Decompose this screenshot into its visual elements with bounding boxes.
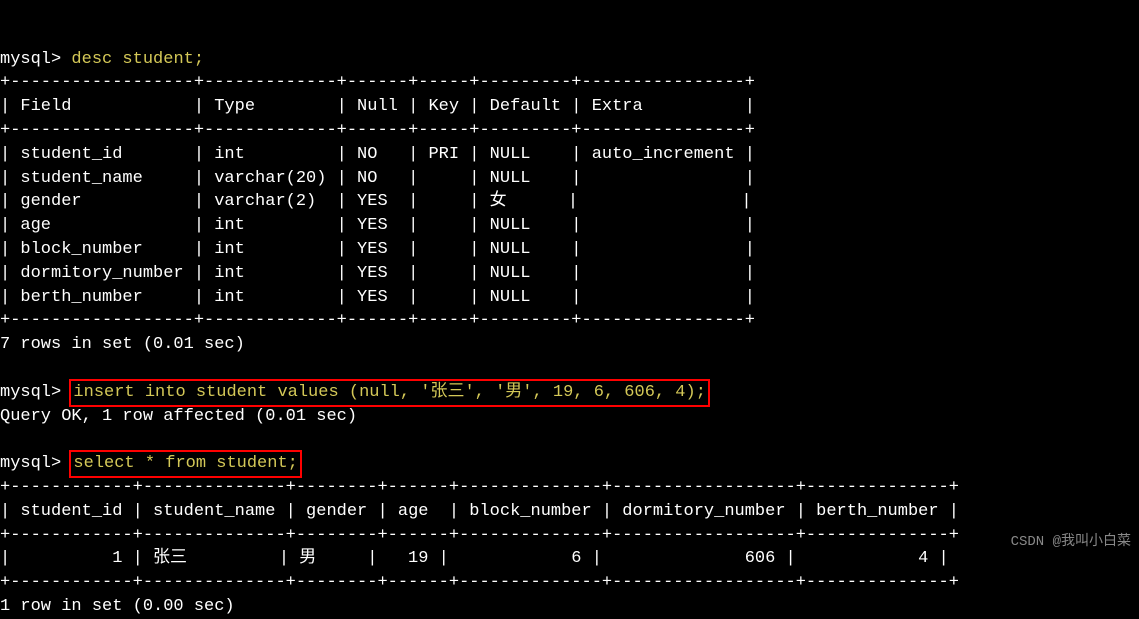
mysql-prompt: mysql> bbox=[0, 50, 61, 69]
desc-border-mid: +------------------+-------------+------… bbox=[0, 121, 755, 140]
insert-command: insert into student values (null, '张三', … bbox=[73, 383, 706, 402]
select-command: select * from student; bbox=[73, 454, 297, 473]
select-row-0: | 1 | 张三 | 男 | 19 | 6 | 606 | 4 | bbox=[0, 549, 949, 568]
desc-row-2: | gender | varchar(2) | YES | | 女 | | bbox=[0, 192, 752, 211]
desc-header: | Field | Type | Null | Key | Default | … bbox=[0, 97, 755, 116]
desc-border-bot: +------------------+-------------+------… bbox=[0, 311, 755, 330]
insert-result: Query OK, 1 row affected (0.01 sec) bbox=[0, 407, 357, 426]
desc-row-3: | age | int | YES | | NULL | | bbox=[0, 216, 755, 235]
insert-highlight: insert into student values (null, '张三', … bbox=[69, 379, 710, 407]
desc-row-4: | block_number | int | YES | | NULL | | bbox=[0, 240, 755, 259]
desc-row-5: | dormitory_number | int | YES | | NULL … bbox=[0, 264, 755, 283]
desc-summary: 7 rows in set (0.01 sec) bbox=[0, 335, 245, 354]
select-border-top: +------------+--------------+--------+--… bbox=[0, 478, 959, 497]
mysql-prompt: mysql> bbox=[0, 454, 61, 473]
watermark: CSDN @我叫小白菜 bbox=[1011, 533, 1131, 553]
select-highlight: select * from student; bbox=[69, 450, 301, 478]
desc-command: desc student; bbox=[71, 50, 204, 69]
select-border-bot: +------------+--------------+--------+--… bbox=[0, 573, 959, 592]
desc-row-6: | berth_number | int | YES | | NULL | | bbox=[0, 288, 755, 307]
desc-row-0: | student_id | int | NO | PRI | NULL | a… bbox=[0, 145, 755, 164]
mysql-prompt: mysql> bbox=[0, 383, 61, 402]
select-border-mid: +------------+--------------+--------+--… bbox=[0, 526, 959, 545]
select-summary: 1 row in set (0.00 sec) bbox=[0, 597, 235, 616]
select-header: | student_id | student_name | gender | a… bbox=[0, 502, 959, 521]
desc-border-top: +------------------+-------------+------… bbox=[0, 73, 755, 92]
desc-row-1: | student_name | varchar(20) | NO | | NU… bbox=[0, 169, 755, 188]
